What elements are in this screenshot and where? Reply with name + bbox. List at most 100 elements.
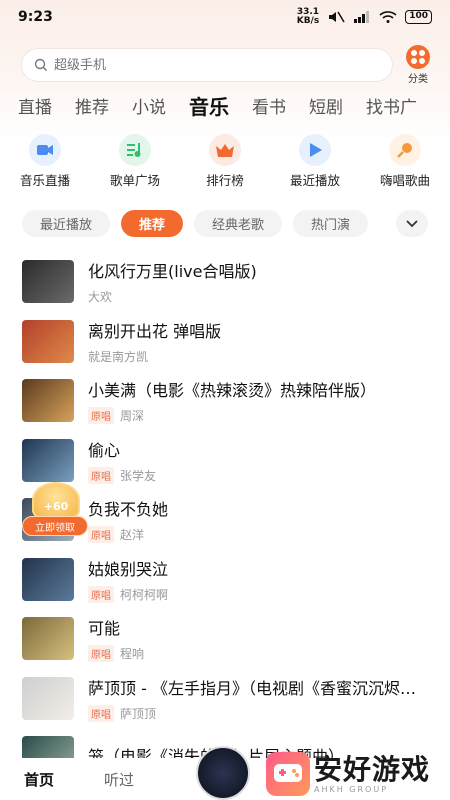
original-tag: 原唱	[88, 645, 114, 663]
song-row[interactable]: 可能原唱 程响	[0, 609, 450, 669]
claim-reward-button[interactable]: 立即领取	[22, 516, 88, 536]
watermark: 安好游戏 AHKH GROUP	[266, 750, 430, 798]
song-title: 小美满（电影《热辣滚烫》热辣陪伴版）	[88, 381, 377, 401]
song-artist: 柯柯柯啊	[120, 587, 169, 602]
song-cover	[22, 260, 74, 304]
chip-fade	[366, 210, 396, 237]
watermark-subtitle: AHKH GROUP	[314, 784, 389, 794]
music-live-icon	[29, 134, 61, 166]
song-title: 姑娘别哭泣	[88, 559, 169, 579]
chip-expand-button[interactable]	[396, 210, 428, 237]
quick-entry-label: 最近播放	[289, 173, 340, 188]
top-tabs: 直播 推荐 小说 音乐 看书 短剧 找书广	[0, 88, 450, 122]
song-artist: 就是南方凯	[88, 349, 149, 364]
cell-signal-icon	[354, 11, 370, 23]
quick-entry-label: 歌单广场	[109, 173, 160, 188]
now-playing-disc[interactable]	[196, 746, 250, 800]
mute-icon	[329, 11, 345, 23]
song-artist: 萨顶顶	[120, 706, 157, 721]
song-title: 偷心	[88, 440, 121, 460]
song-row[interactable]: 离别开出花 弹唱版就是南方凯	[0, 312, 450, 372]
song-title: 萨顶顶 - 《左手指月》（电视剧《香蜜沉沉烬如霜》）	[88, 678, 428, 698]
song-row[interactable]: 化风行万里(live合唱版) 大欢	[0, 252, 450, 312]
tab-3[interactable]: 音乐	[189, 91, 229, 120]
quick-entry-1[interactable]: 歌单广场	[90, 134, 180, 190]
song-cover	[22, 379, 74, 423]
chip-0[interactable]: 最近播放	[22, 210, 111, 237]
song-cover	[22, 676, 74, 720]
status-bar: 9:23 33.1 KB/s 100	[0, 0, 450, 34]
quick-entry-4[interactable]: 嗨唱歌曲	[360, 134, 450, 190]
status-time: 9:23	[18, 9, 53, 25]
song-cover	[22, 438, 74, 482]
nav-item-1[interactable]: 听过	[104, 769, 134, 790]
tab-5[interactable]: 短剧	[309, 93, 343, 118]
playlist-icon	[119, 134, 151, 166]
song-row[interactable]: 姑娘别哭泣原唱 柯柯柯啊	[0, 550, 450, 610]
song-cover	[22, 557, 74, 601]
song-cover	[22, 617, 74, 661]
chip-2[interactable]: 经典老歌	[194, 210, 283, 237]
original-tag: 原唱	[88, 466, 114, 484]
song-title: 化风行万里(live合唱版)	[88, 262, 257, 282]
song-artist: 大欢	[88, 290, 113, 305]
tab-6[interactable]: 找书广	[366, 93, 417, 118]
network-speed: 33.1 KB/s	[297, 8, 319, 26]
quick-entry-label: 嗨唱歌曲	[379, 173, 430, 188]
net-speed-unit: KB/s	[296, 16, 320, 26]
song-title: 负我不负她	[88, 500, 169, 520]
watermark-logo	[266, 752, 310, 796]
reward-coin: +60	[32, 482, 80, 518]
quick-entry-3[interactable]: 最近播放	[270, 134, 360, 190]
song-title: 离别开出花 弹唱版	[88, 321, 222, 341]
original-tag: 原唱	[88, 704, 114, 722]
song-subtitle: 原唱 赵洋	[88, 526, 428, 544]
chip-3[interactable]: 热门演	[293, 210, 369, 237]
song-row[interactable]: 小美满（电影《热辣滚烫》热辣陪伴版） 原唱 周深	[0, 371, 450, 431]
category-button[interactable]: 分类	[404, 45, 432, 85]
watermark-title: 安好游戏	[314, 752, 431, 786]
wifi-icon	[379, 11, 397, 23]
song-subtitle: 就是南方凯	[88, 348, 428, 365]
search-icon	[34, 58, 47, 71]
song-subtitle: 原唱 周深	[88, 407, 428, 425]
chevron-down-icon	[406, 219, 418, 227]
song-title: 可能	[88, 619, 121, 639]
quick-entries: 音乐直播 歌单广场 排行榜 最近播放 嗨唱歌曲	[0, 134, 450, 190]
quick-entry-label: 音乐直播	[19, 173, 70, 188]
mic-icon	[389, 134, 421, 166]
song-artist: 张学友	[120, 468, 157, 483]
quick-entry-0[interactable]: 音乐直播	[0, 134, 90, 190]
search-box[interactable]	[22, 49, 392, 81]
crown-icon	[209, 134, 241, 166]
song-artist: 周深	[120, 409, 145, 424]
nav-item-0[interactable]: 首页	[24, 769, 54, 790]
tab-1[interactable]: 推荐	[75, 93, 109, 118]
song-subtitle: 原唱 柯柯柯啊	[88, 585, 428, 603]
play-icon	[299, 134, 331, 166]
song-artist: 程响	[120, 647, 145, 662]
original-tag: 原唱	[88, 585, 114, 603]
song-subtitle: 原唱 张学友	[88, 466, 428, 484]
song-subtitle: 原唱 程响	[88, 645, 428, 663]
quick-entry-2[interactable]: 排行榜	[180, 134, 270, 190]
song-row[interactable]: 萨顶顶 - 《左手指月》（电视剧《香蜜沉沉烬如霜》） 原唱 萨顶顶	[0, 669, 450, 729]
chip-1[interactable]: 推荐	[121, 210, 184, 237]
song-subtitle: 大欢	[88, 288, 428, 305]
search-row: 分类	[22, 45, 432, 85]
search-input[interactable]	[54, 57, 354, 73]
original-tag: 原唱	[88, 526, 114, 544]
song-artist: 赵洋	[120, 528, 145, 543]
category-icon	[406, 45, 430, 69]
reward-amount: +60	[43, 500, 69, 513]
tab-4[interactable]: 看书	[252, 93, 286, 118]
song-subtitle: 原唱 萨顶顶	[88, 704, 428, 722]
battery-indicator: 100	[405, 10, 432, 24]
song-cover	[22, 319, 74, 363]
quick-entry-label: 排行榜	[206, 173, 244, 188]
reward-widget[interactable]: +60 立即领取	[22, 482, 88, 538]
tab-2[interactable]: 小说	[132, 93, 166, 118]
original-tag: 原唱	[88, 407, 114, 425]
tab-0[interactable]: 直播	[18, 93, 52, 118]
category-label: 分类	[408, 74, 428, 85]
